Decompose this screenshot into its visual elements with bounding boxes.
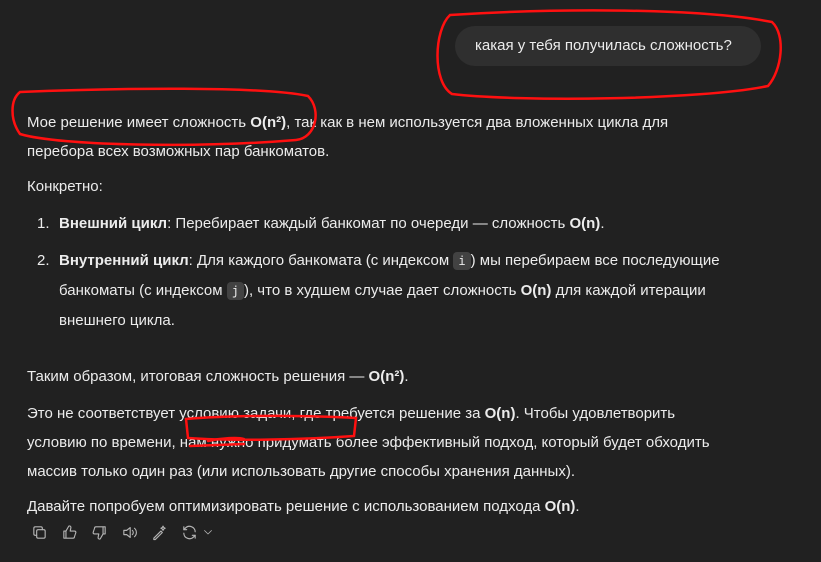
paragraph-4-cont: условию по времени, нам нужно придумать … [27, 434, 710, 451]
paragraph-1-cont: перебора всех возможных пар банкоматов. [27, 143, 330, 160]
user-message-bubble: какая у тебя получилась сложность? [455, 26, 761, 66]
inline-code: j [226, 282, 244, 300]
thumbs-up-icon[interactable] [58, 521, 80, 543]
paragraph-4: Это не соответствует условию задачи, где… [27, 405, 676, 422]
paragraph-1: Мое решение имеет сложность O(n²), так к… [27, 114, 669, 131]
list-item: 2. Внутренний цикл: Для каждого банкомата… [37, 252, 720, 329]
paragraph-4-cont: массив только один раз (или использовать… [27, 463, 575, 480]
edit-sparkle-icon[interactable] [148, 521, 170, 543]
paragraph-2: Конкретно: [27, 178, 103, 195]
user-message-text: какая у тебя получилась сложность? [475, 37, 732, 54]
paragraph-3: Таким образом, итоговая сложность решени… [27, 368, 409, 385]
message-actions-toolbar [28, 521, 214, 543]
list-item: 1. Внешний цикл: Перебирает каждый банком… [37, 215, 605, 232]
inline-code: i [453, 252, 471, 270]
chevron-down-icon[interactable] [202, 521, 214, 543]
assistant-message: Мое решение имеет сложность O(n²), так к… [27, 108, 821, 521]
paragraph-5: Давайте попробуем оптимизировать решение… [27, 498, 580, 515]
copy-icon[interactable] [28, 521, 50, 543]
thumbs-down-icon[interactable] [88, 521, 110, 543]
speaker-icon[interactable] [118, 521, 140, 543]
regenerate-icon[interactable] [178, 521, 200, 543]
